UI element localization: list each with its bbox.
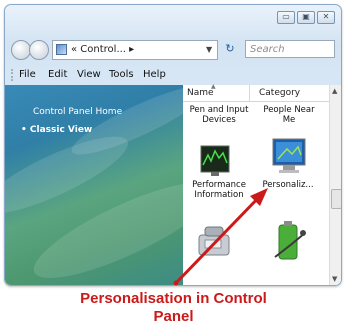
annotation-arrow xyxy=(173,188,268,286)
caption-line-1: Personalisation in Control xyxy=(80,290,267,307)
annotation-caption: Personalisation in Control Panel xyxy=(0,290,347,326)
caption-line-2: Panel xyxy=(153,308,194,325)
